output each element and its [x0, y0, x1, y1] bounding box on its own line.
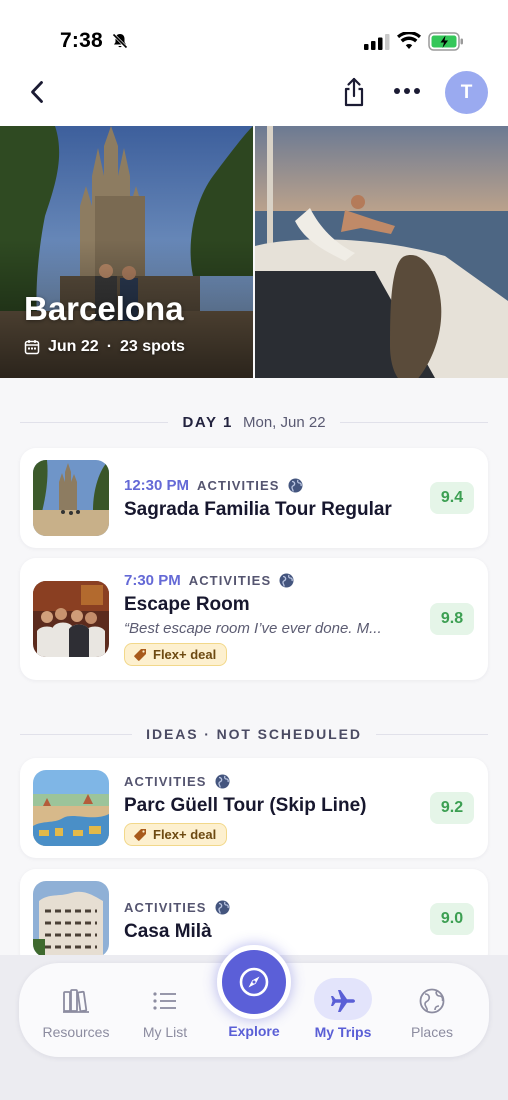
event-category: ACTIVITIES — [188, 572, 272, 588]
ideas-label: IDEAS · NOT SCHEDULED — [146, 726, 362, 742]
trip-date: Jun 22 — [48, 338, 99, 355]
top-nav-bar: T — [0, 64, 508, 126]
status-time: 7:38 — [60, 29, 103, 52]
airplane-icon — [328, 986, 358, 1016]
tab-label: My Trips — [314, 1024, 372, 1040]
share-icon[interactable] — [340, 76, 368, 108]
review-snippet: “Best escape room I’ve ever done. M... — [124, 620, 382, 637]
day-date: Mon, Jun 22 — [243, 413, 326, 431]
day-header: DAY 1 Mon, Jun 22 — [20, 410, 489, 434]
parc-guell-thumbnail — [33, 770, 109, 846]
casa-mila-thumbnail — [33, 881, 109, 957]
event-title: Sagrada Familia Tour Regular — [124, 499, 392, 520]
event-time: 12:30 PM — [124, 476, 190, 494]
price-tag-icon — [134, 649, 146, 661]
rating-score: 9.8 — [430, 603, 474, 635]
trip-hero-banner[interactable]: Barcelona Jun 22 · 23 spots — [0, 126, 508, 378]
event-category: ACTIVITIES — [124, 773, 207, 789]
itinerary-card-escape-room[interactable]: 7:30 PM ACTIVITIES Escape Room “Best esc… — [20, 558, 488, 680]
tab-my-trips[interactable]: My Trips — [298, 963, 388, 1057]
trip-title: Barcelona — [24, 290, 184, 327]
price-tag-icon — [134, 829, 146, 841]
flex-deal-badge[interactable]: Flex+ deal — [124, 643, 228, 666]
sagrada-familia-thumbnail — [33, 460, 109, 536]
rating-score: 9.2 — [430, 792, 474, 824]
tab-resources[interactable]: Resources — [31, 963, 121, 1057]
itinerary-card-sagrada-familia[interactable]: 12:30 PM ACTIVITIES Sagrada Familia Tour… — [20, 448, 488, 548]
event-title: Escape Room — [124, 594, 250, 615]
trip-spot-count: 23 spots — [120, 338, 185, 355]
globe-icon — [215, 900, 230, 914]
more-options-icon[interactable] — [392, 84, 422, 98]
tab-label-explore[interactable]: Explore — [208, 1023, 300, 1039]
bell-muted-icon — [112, 33, 128, 49]
user-avatar[interactable]: T — [445, 71, 488, 114]
meta-separator: · — [106, 338, 113, 355]
tab-label: My List — [142, 1024, 188, 1040]
event-category: ACTIVITIES — [124, 899, 207, 915]
deal-label: Flex+ deal — [153, 647, 217, 662]
deal-label: Flex+ deal — [153, 827, 217, 842]
rating-score: 9.0 — [430, 903, 474, 935]
divider — [375, 733, 488, 735]
battery-charging-icon — [428, 32, 463, 51]
books-icon — [61, 986, 91, 1016]
tab-places[interactable]: Places — [387, 963, 477, 1057]
idea-card-parc-guell[interactable]: ACTIVITIES Parc Güell Tour (Skip Line) F… — [20, 758, 488, 858]
status-bar: 7:38 — [0, 0, 508, 64]
event-title: Parc Güell Tour (Skip Line) — [124, 795, 367, 816]
list-icon — [150, 986, 180, 1016]
tab-label: Places — [410, 1024, 454, 1040]
explore-button[interactable] — [217, 945, 291, 1019]
trip-meta: Jun 22 · 23 spots — [24, 338, 185, 356]
globe-icon — [279, 573, 294, 587]
globe-icon — [215, 774, 230, 788]
divider — [339, 421, 489, 423]
tab-label: Resources — [42, 1024, 110, 1040]
divider — [20, 421, 169, 423]
escape-room-thumbnail — [33, 581, 109, 657]
event-category: ACTIVITIES — [197, 477, 280, 493]
day-label: DAY 1 — [182, 413, 233, 431]
event-title: Casa Milà — [124, 921, 212, 942]
compass-icon — [239, 967, 269, 997]
calendar-icon — [24, 340, 40, 355]
back-chevron-icon[interactable] — [24, 78, 52, 106]
globe-icon — [288, 478, 303, 492]
divider — [20, 733, 133, 735]
event-time: 7:30 PM — [124, 571, 181, 589]
ideas-header: IDEAS · NOT SCHEDULED — [20, 722, 488, 746]
rating-score: 9.4 — [430, 482, 474, 514]
flex-deal-badge[interactable]: Flex+ deal — [124, 823, 228, 846]
globe-icon — [417, 986, 447, 1016]
tab-my-list[interactable]: My List — [120, 963, 210, 1057]
wifi-icon — [397, 32, 421, 49]
sailboat-photo — [255, 126, 508, 378]
cellular-signal-icon — [364, 34, 390, 50]
